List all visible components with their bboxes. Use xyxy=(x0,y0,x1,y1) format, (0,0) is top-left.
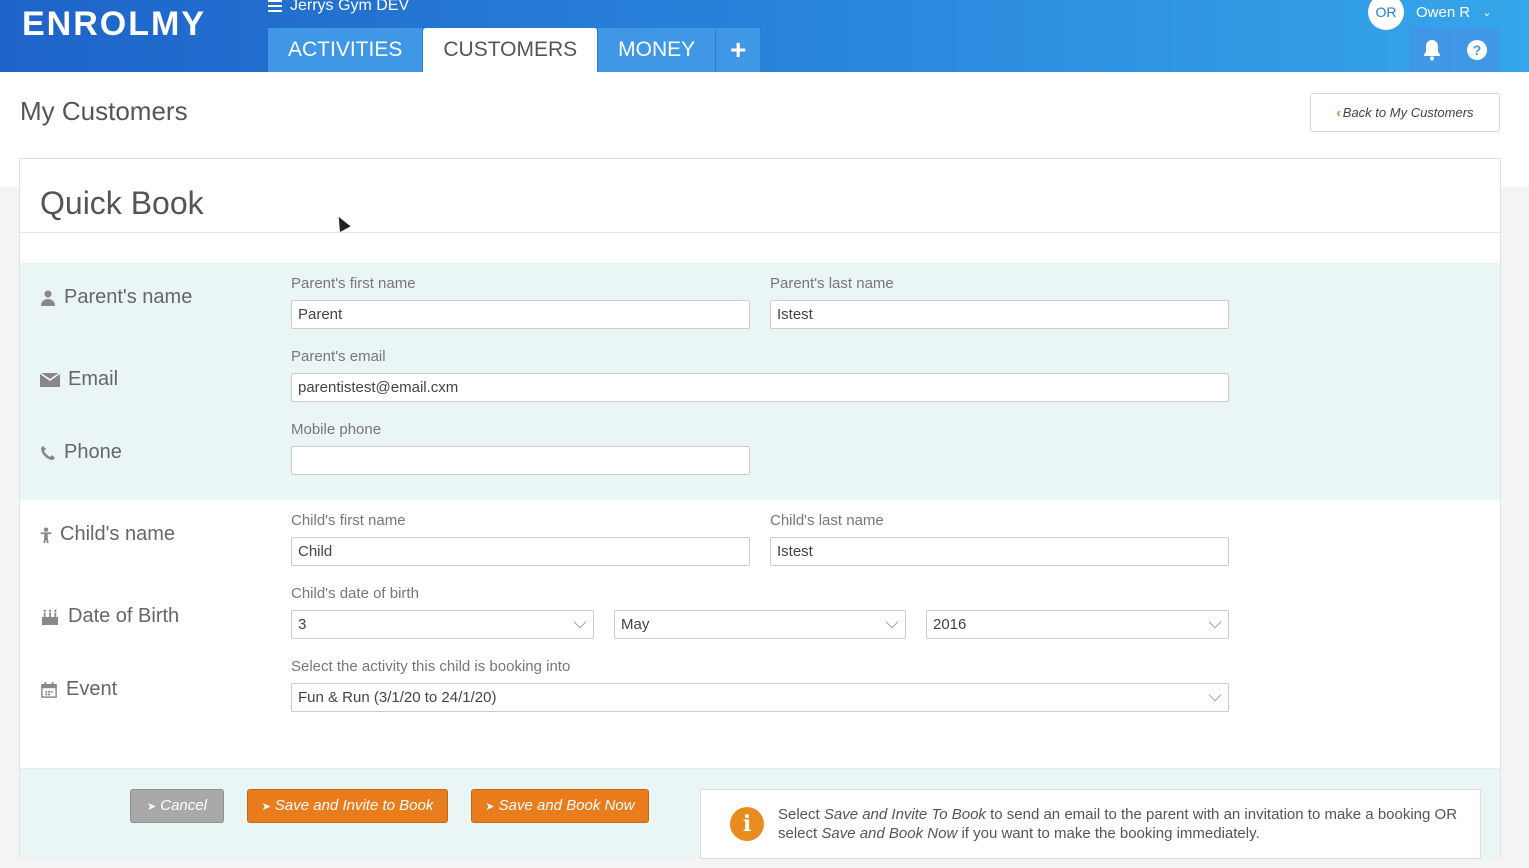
phone-icon xyxy=(41,445,55,460)
email-label: Email xyxy=(68,368,119,390)
dob-year-value: 2016 xyxy=(933,616,967,633)
info-text-emphasis: Save and Book Now xyxy=(821,825,958,842)
tab-customers[interactable]: CUSTOMERS xyxy=(423,28,599,72)
menu-icon[interactable] xyxy=(268,0,282,15)
info-icon: i xyxy=(730,807,764,841)
dob-label: Date of Birth xyxy=(68,605,180,627)
play-icon: ➤ xyxy=(485,801,495,813)
chevron-down-icon xyxy=(1208,688,1222,702)
parent-last-name-label: Parent's last name xyxy=(770,275,894,292)
add-tab-button[interactable]: + xyxy=(716,28,762,72)
parent-first-name-label: Parent's first name xyxy=(291,275,416,292)
tab-activities[interactable]: ACTIVITIES xyxy=(268,28,424,72)
parent-last-name-input[interactable]: Istest xyxy=(770,300,1229,329)
chevron-down-icon xyxy=(1208,615,1222,629)
event-row-label: Event xyxy=(40,678,117,701)
gym-selector[interactable]: Jerrys Gym DEV xyxy=(268,0,409,16)
envelope-icon xyxy=(40,371,60,387)
phone-row-label: Phone xyxy=(40,441,122,464)
save-and-book-label: Save and Book Now xyxy=(498,797,635,814)
child-last-name-input[interactable]: Istest xyxy=(770,537,1229,566)
chevron-left-icon: ‹ xyxy=(1336,105,1341,120)
event-select-label: Select the activity this child is bookin… xyxy=(291,658,571,675)
email-row-label: Email xyxy=(40,368,118,391)
dob-day-select[interactable]: 3 xyxy=(291,610,594,639)
chevron-down-icon xyxy=(885,615,899,629)
user-name: Owen R xyxy=(1416,3,1471,21)
enrolmy-logo[interactable]: ENROLMY xyxy=(22,4,206,44)
child-name-label: Child's name xyxy=(60,523,175,545)
user-icon xyxy=(41,290,55,306)
top-navbar: ENROLMY Jerrys Gym DEV ACTIVITIES CUSTOM… xyxy=(0,0,1529,72)
parent-email-input[interactable]: parentistest@email.cxm xyxy=(291,373,1229,402)
notifications-button[interactable] xyxy=(1410,28,1454,72)
info-text-emphasis: Save and Invite To Book xyxy=(823,806,986,823)
avatar: OR xyxy=(1368,0,1404,30)
child-icon xyxy=(40,526,52,543)
mobile-phone-label: Mobile phone xyxy=(291,421,382,438)
quick-book-card: Quick Book Parent's name Email Phone Chi… xyxy=(19,158,1501,859)
user-menu[interactable]: OR Owen R ⌄ xyxy=(1368,0,1491,30)
child-dob-label: Child's date of birth xyxy=(291,585,419,602)
parent-name-label: Parent's name xyxy=(64,286,193,308)
save-and-invite-button[interactable]: ➤ Save and Invite to Book xyxy=(247,789,448,823)
birthday-cake-icon xyxy=(42,609,58,625)
info-box: i Select Save and Invite To Book to send… xyxy=(700,789,1481,859)
play-icon: ➤ xyxy=(261,801,271,813)
dob-month-value: May xyxy=(621,616,650,633)
save-and-book-now-button[interactable]: ➤ Save and Book Now xyxy=(471,789,649,823)
chevron-down-icon xyxy=(573,615,587,629)
main-tabs: ACTIVITIES CUSTOMERS MONEY + xyxy=(268,28,762,72)
chevron-down-icon: ⌄ xyxy=(1482,6,1492,19)
tab-money[interactable]: MONEY xyxy=(598,28,717,72)
info-text: Select Save and Invite To Book to send a… xyxy=(778,805,1468,843)
gym-name: Jerrys Gym DEV xyxy=(290,0,410,14)
back-button-label: Back to My Customers xyxy=(1342,105,1474,120)
event-value: Fun & Run (3/1/20 to 24/1/20) xyxy=(298,689,497,706)
back-to-customers-button[interactable]: ‹ Back to My Customers xyxy=(1310,93,1500,132)
dob-year-select[interactable]: 2016 xyxy=(926,610,1229,639)
cancel-label: Cancel xyxy=(160,797,207,814)
child-last-name-label: Child's last name xyxy=(770,512,884,529)
event-label: Event xyxy=(66,678,118,700)
card-title: Quick Book xyxy=(40,185,204,221)
divider xyxy=(20,232,1500,233)
event-select[interactable]: Fun & Run (3/1/20 to 24/1/20) xyxy=(291,683,1229,712)
cancel-button[interactable]: ➤ Cancel xyxy=(130,789,224,823)
phone-label: Phone xyxy=(64,441,122,463)
child-first-name-input[interactable]: Child xyxy=(291,537,750,566)
bell-icon xyxy=(1424,40,1440,61)
dob-day-value: 3 xyxy=(298,616,307,633)
save-and-invite-label: Save and Invite to Book xyxy=(274,797,434,814)
info-text-part: Select xyxy=(778,806,824,823)
parent-first-name-input[interactable]: Parent xyxy=(291,300,750,329)
parent-name-row-label: Parent's name xyxy=(40,286,192,309)
page-title: My Customers xyxy=(20,96,188,126)
dob-month-select[interactable]: May xyxy=(614,610,906,639)
info-text-part: if you want to make the booking immediat… xyxy=(957,825,1260,842)
mobile-phone-input[interactable] xyxy=(291,446,750,475)
help-button[interactable]: ? xyxy=(1455,28,1499,72)
calendar-icon xyxy=(41,681,57,698)
play-icon: ➤ xyxy=(147,801,157,813)
child-name-row-label: Child's name xyxy=(40,523,175,546)
dob-row-label: Date of Birth xyxy=(40,605,179,628)
parent-email-label: Parent's email xyxy=(291,348,386,365)
help-icon: ? xyxy=(1467,40,1487,60)
child-first-name-label: Child's first name xyxy=(291,512,406,529)
